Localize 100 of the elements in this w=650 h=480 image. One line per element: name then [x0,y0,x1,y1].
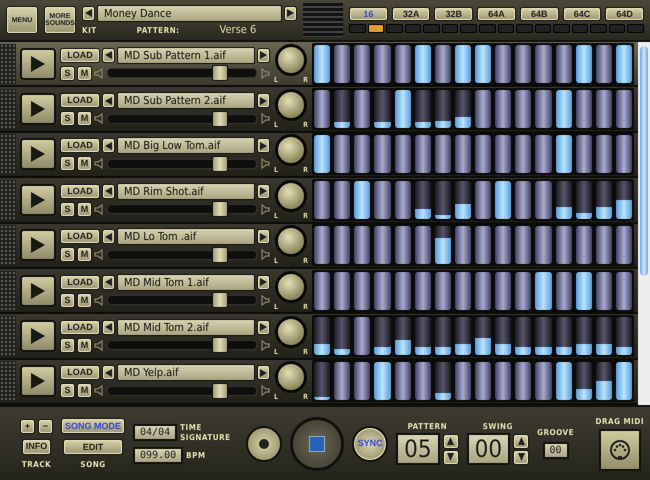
solo-button[interactable]: S [60,156,75,172]
step-pad[interactable] [414,44,431,83]
step-pad[interactable] [394,135,411,174]
step-pad[interactable] [374,272,390,310]
step-pad[interactable] [576,272,592,310]
step-pad[interactable] [515,90,532,128]
load-button[interactable]: LOAD [60,93,100,108]
play-button[interactable] [20,93,56,126]
previous-sample-button[interactable] [102,48,115,63]
step-pad[interactable] [414,362,431,400]
load-button[interactable]: LOAD [60,184,100,199]
mute-button[interactable]: M [77,202,92,217]
slider-thumb[interactable] [212,110,228,127]
mute-button[interactable]: M [77,383,92,398]
previous-sample-button[interactable] [102,365,115,380]
previous-sample-button[interactable] [102,138,115,154]
step-pad[interactable] [334,90,350,128]
play-button[interactable] [20,138,56,170]
previous-sample-button[interactable] [102,320,115,335]
step-pad[interactable] [576,180,592,219]
step-pad[interactable] [616,44,632,83]
step-pad[interactable] [556,316,572,355]
step-pad[interactable] [535,90,552,128]
step-pad[interactable] [334,226,350,264]
play-button[interactable] [20,48,56,80]
step-pad[interactable] [414,226,431,264]
step-pad[interactable] [354,44,370,83]
pan-knob[interactable] [275,44,307,76]
step-pad[interactable] [454,226,471,264]
step-pad[interactable] [374,135,390,174]
step-pad[interactable] [394,90,411,128]
step-pad[interactable] [495,180,512,219]
step-pad[interactable] [576,226,592,264]
remove-track-button[interactable]: − [38,418,53,434]
step-pad[interactable] [374,362,390,400]
step-pad[interactable] [495,272,512,310]
step-pad[interactable] [414,135,431,174]
step-pad[interactable] [515,135,532,174]
step-pad[interactable] [334,272,350,310]
step-pad[interactable] [515,180,532,219]
mute-button[interactable]: M [77,111,92,126]
step-pad[interactable] [434,44,451,83]
volume-slider[interactable] [107,386,257,396]
bpm-display[interactable]: 099.00 [133,447,184,464]
solo-button[interactable]: S [60,111,75,126]
drag-midi-handle[interactable] [598,428,641,470]
slider-thumb[interactable] [212,382,228,399]
step-pad[interactable] [434,135,451,174]
slider-thumb[interactable] [212,246,228,263]
solo-button[interactable]: S [60,383,75,398]
edit-button[interactable]: EDIT [63,439,123,455]
step-pad[interactable] [576,44,592,83]
step-pad[interactable] [414,316,431,355]
next-sample-button[interactable] [257,365,270,380]
step-pad[interactable] [314,316,330,355]
pan-knob[interactable] [275,89,307,122]
volume-slider[interactable] [107,340,257,350]
volume-slider[interactable] [107,204,257,214]
step-pad[interactable] [515,272,532,310]
step-pad[interactable] [394,362,411,400]
step-pad[interactable] [535,226,552,264]
pattern-length-tab[interactable]: 32B [434,7,474,21]
step-pad[interactable] [495,362,512,400]
slider-thumb[interactable] [212,337,228,354]
play-button[interactable] [20,365,56,398]
pan-knob[interactable] [275,361,307,394]
step-pad[interactable] [475,226,492,264]
add-track-button[interactable]: + [20,418,35,434]
step-pad[interactable] [334,362,350,400]
step-pad[interactable] [454,362,471,400]
step-pad[interactable] [454,180,471,219]
step-pad[interactable] [354,90,370,128]
step-pad[interactable] [495,316,512,355]
pattern-length-tab[interactable]: 64A [477,7,516,21]
step-pad[interactable] [596,316,612,355]
step-pad[interactable] [556,135,572,174]
step-pad[interactable] [354,272,370,310]
step-pad[interactable] [616,272,632,310]
step-pad[interactable] [434,90,451,128]
step-pad[interactable] [515,44,532,83]
solo-button[interactable]: S [60,66,75,81]
step-pad[interactable] [314,44,330,83]
step-pad[interactable] [354,226,370,264]
step-pad[interactable] [394,180,411,219]
step-pad[interactable] [374,180,390,219]
pattern-length-tab[interactable]: 64D [605,7,644,21]
step-pad[interactable] [475,44,492,83]
step-pad[interactable] [434,226,451,264]
step-pad[interactable] [515,316,532,355]
load-button[interactable]: LOAD [60,138,100,154]
step-pad[interactable] [454,135,471,174]
step-pad[interactable] [475,180,492,219]
sample-name-field[interactable]: MD Big Low Tom.aif [117,137,255,154]
step-pad[interactable] [556,226,572,264]
step-pad[interactable] [434,272,451,310]
load-button[interactable]: LOAD [60,48,100,63]
step-pad[interactable] [354,135,370,174]
next-sample-button[interactable] [257,274,270,290]
step-pad[interactable] [454,316,471,355]
step-pad[interactable] [314,90,330,128]
